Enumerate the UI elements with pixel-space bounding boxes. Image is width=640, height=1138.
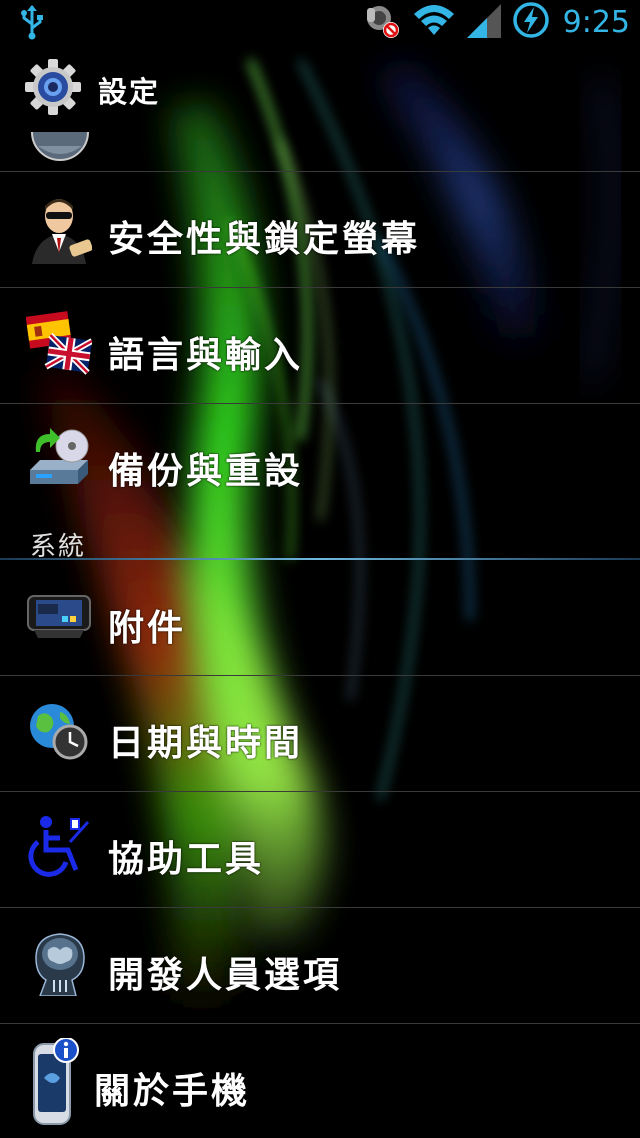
list-item-security[interactable]: 安全性與鎖定螢幕 bbox=[0, 172, 640, 287]
list-item-accessibility[interactable]: 協助工具 bbox=[0, 792, 640, 907]
globe-clock-icon bbox=[26, 698, 92, 764]
list-item-accessories[interactable]: 附件 bbox=[0, 562, 640, 675]
usb-icon bbox=[18, 4, 46, 44]
status-bar: 9:25 bbox=[0, 0, 640, 44]
section-header-line bbox=[0, 558, 640, 560]
list-item-label: 附件 bbox=[108, 608, 187, 649]
signal-icon bbox=[465, 0, 503, 44]
gear-icon[interactable] bbox=[24, 58, 82, 120]
list-item-label: 關於手機 bbox=[94, 1071, 251, 1112]
status-clock: 9:25 bbox=[562, 4, 630, 40]
security-agent-icon bbox=[26, 194, 93, 264]
settings-list: 安全性與鎖定螢幕 語言與輸入 備份與重設 系統 附件 日期與時間 協助工具 開發… bbox=[0, 0, 640, 1138]
list-item-label: 安全性與鎖定螢幕 bbox=[108, 219, 421, 260]
list-item-developer-options[interactable]: 開發人員選項 bbox=[0, 908, 640, 1023]
partial-list-item[interactable] bbox=[0, 132, 640, 172]
xray-head-icon bbox=[26, 930, 92, 997]
list-item-label: 開發人員選項 bbox=[108, 955, 343, 996]
page-title: 設定 bbox=[98, 75, 161, 109]
list-item-label: 協助工具 bbox=[108, 839, 265, 880]
do-not-disturb-icon bbox=[363, 0, 403, 44]
list-item-label: 日期與時間 bbox=[108, 723, 304, 764]
wifi-icon bbox=[411, 0, 457, 44]
phone-info-icon bbox=[30, 1037, 80, 1128]
battery-charging-icon bbox=[511, 0, 551, 44]
list-item-about-phone[interactable]: 關於手機 bbox=[0, 1024, 640, 1138]
globe-icon bbox=[30, 132, 90, 166]
action-bar: 設定 bbox=[0, 44, 640, 132]
language-flags-icon bbox=[25, 310, 94, 376]
list-item-date-time[interactable]: 日期與時間 bbox=[0, 676, 640, 791]
list-item-language[interactable]: 語言與輸入 bbox=[0, 288, 640, 403]
section-header-system: 系統 bbox=[0, 520, 640, 562]
backup-disc-icon bbox=[26, 426, 92, 492]
list-item-label: 備份與重設 bbox=[108, 451, 304, 492]
phone-dock-icon bbox=[26, 584, 92, 650]
list-item-label: 語言與輸入 bbox=[108, 335, 304, 376]
list-item-backup[interactable]: 備份與重設 bbox=[0, 404, 640, 519]
accessibility-wheelchair-icon bbox=[26, 814, 92, 880]
